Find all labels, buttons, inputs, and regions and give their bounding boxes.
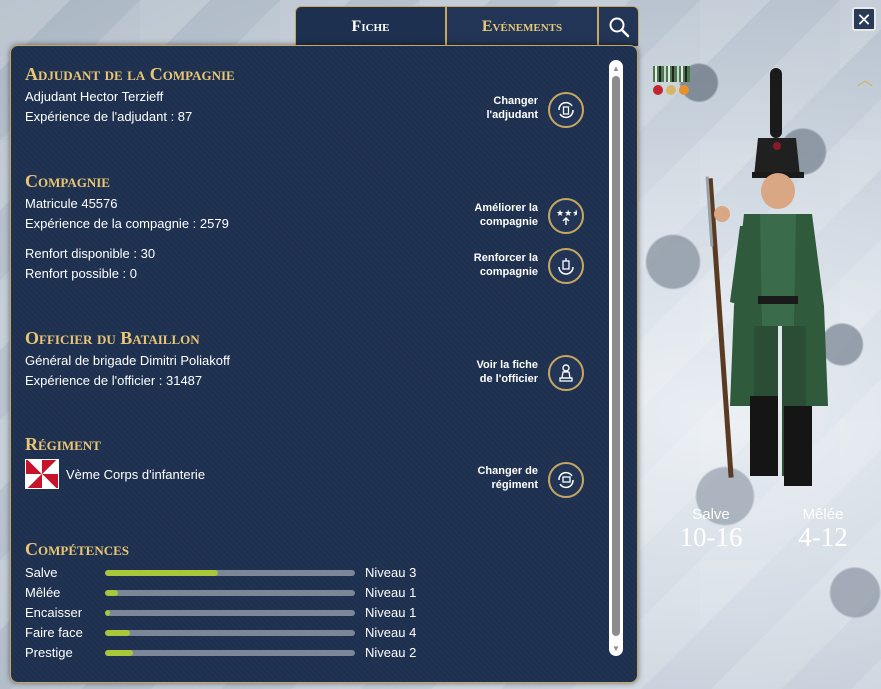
improve-company-button[interactable]: ★★★ [548, 198, 584, 234]
change-regiment-button[interactable] [548, 462, 584, 498]
change-adjudant-button[interactable] [548, 92, 584, 128]
renfort-disponible: Renfort disponible : 30 [25, 246, 156, 261]
upgrade-stars-icon: ★★★ [556, 208, 577, 225]
change-regiment-label: Changer de régiment [477, 465, 538, 491]
skill-name: Mêlée [25, 585, 61, 600]
view-officer-label: Voir la fiche de l'officier [476, 359, 538, 385]
adjudant-experience: Expérience de l'adjudant : 87 [25, 109, 193, 124]
soldier-figure [705, 68, 828, 486]
improve-company-label: Améliorer la compagnie [474, 202, 538, 228]
regiment-flag-icon [25, 459, 59, 489]
reinforce-company-label: Renforcer la compagnie [473, 252, 538, 278]
tab-evenements[interactable]: Evénements [446, 6, 598, 46]
section-title-compagnie: Compagnie [25, 171, 110, 191]
svg-text:★★★: ★★★ [556, 208, 577, 218]
section-title-officier: Officier du Bataillon [25, 328, 200, 348]
close-button[interactable]: ✕ [852, 7, 876, 31]
skill-name: Encaisser [25, 605, 83, 620]
renfort-possible: Renfort possible : 0 [25, 266, 138, 281]
skill-level: Niveau 1 [365, 585, 417, 600]
skill-name: Salve [25, 565, 58, 580]
skill-progress-fill [105, 650, 133, 656]
skill-name: Prestige [25, 645, 73, 660]
salve-stat-label: Salve [692, 506, 730, 523]
skill-progress-bar [105, 570, 355, 576]
compagnie-experience: Expérience de la compagnie : 2579 [25, 216, 229, 231]
close-icon: ✕ [856, 10, 872, 30]
officer-pawn-icon [559, 364, 573, 382]
scroll-down-arrow-icon[interactable]: ▼ [612, 644, 620, 653]
view-officer-button[interactable] [548, 355, 584, 391]
adjudant-name: Adjudant Hector Terzieff [25, 89, 164, 104]
search-icon [609, 17, 629, 37]
salve-stat-value: 10-16 [679, 522, 743, 552]
officier-name: Général de brigade Dimitri Poliakoff [25, 353, 230, 368]
skill-level: Niveau 1 [365, 605, 417, 620]
unit-sheet-panel: Adjudant de la Compagnie Adjudant Hector… [10, 45, 638, 683]
scrollbar-thumb[interactable] [612, 76, 620, 636]
skill-progress-fill [105, 590, 118, 596]
tab-bar: Fiche Evénements [295, 6, 639, 46]
scroll-up-arrow-icon[interactable]: ▲ [612, 64, 620, 73]
change-adjudant-label: Changer l'adjudant [486, 95, 538, 121]
reinforce-company-button[interactable] [548, 248, 584, 284]
melee-stat-value: 4-12 [798, 522, 848, 552]
medal-red-icon [653, 66, 664, 100]
section-title-adjudant: Adjudant de la Compagnie [25, 64, 235, 84]
medal-gold-icon [679, 66, 690, 100]
skill-name: Faire face [25, 625, 83, 640]
skill-level: Niveau 3 [365, 565, 417, 580]
swap-flag-icon [558, 471, 574, 489]
reinforce-soldier-icon [558, 258, 574, 275]
section-title-competences: Compétences [25, 539, 130, 559]
swap-soldier-icon [558, 101, 574, 119]
skill-progress-fill [105, 630, 130, 636]
medal-silver-icon [666, 66, 677, 100]
medals [653, 66, 690, 100]
section-title-regiment: Régiment [25, 434, 101, 454]
search-button[interactable] [598, 6, 639, 46]
skill-progress-bar [105, 590, 355, 596]
regiment-name: Vème Corps d'infanterie [66, 467, 206, 482]
skill-progress-bar [105, 650, 355, 656]
officier-experience: Expérience de l'officier : 31487 [25, 373, 203, 388]
skill-progress-fill [105, 610, 110, 616]
skill-level: Niveau 4 [365, 625, 417, 640]
skill-progress-bar [105, 630, 355, 636]
collapse-chevron-icon[interactable]: ︿ [857, 66, 873, 90]
skill-progress-bar [105, 610, 355, 616]
melee-stat-label: Mêlée [802, 506, 844, 523]
compagnie-matricule: Matricule 45576 [25, 196, 118, 211]
skill-progress-fill [105, 570, 218, 576]
tab-fiche[interactable]: Fiche [295, 6, 446, 46]
skill-level: Niveau 2 [365, 645, 417, 660]
